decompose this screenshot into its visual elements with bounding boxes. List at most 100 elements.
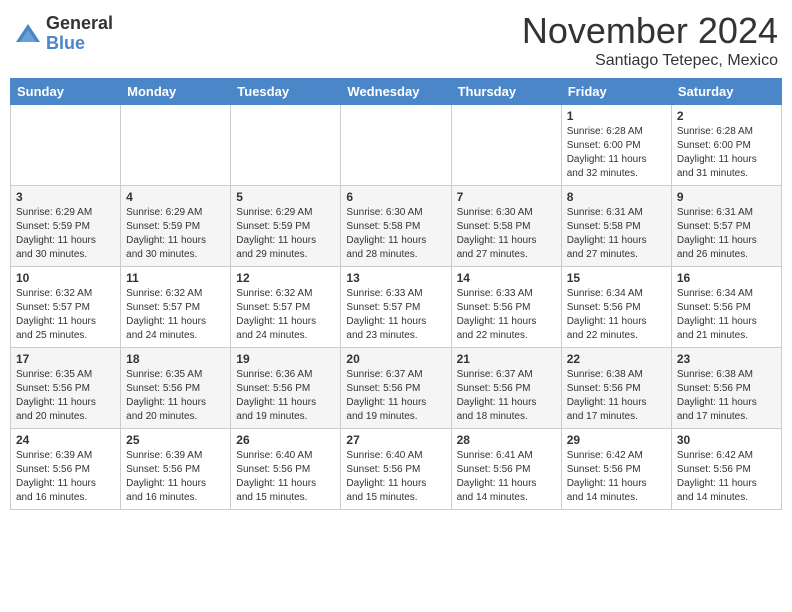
day-info: Sunrise: 6:31 AMSunset: 5:57 PMDaylight:… [677,206,776,262]
day-number: 30 [677,433,776,447]
day-info: Sunrise: 6:30 AMSunset: 5:58 PMDaylight:… [457,206,556,262]
day-number: 21 [457,352,556,366]
sunset-text: Sunset: 5:56 PM [236,382,335,396]
day-info: Sunrise: 6:33 AMSunset: 5:56 PMDaylight:… [457,287,556,343]
day-number: 16 [677,271,776,285]
daylight-text: Daylight: 11 hours and 21 minutes. [677,315,776,343]
sunset-text: Sunset: 6:00 PM [677,139,776,153]
sunset-text: Sunset: 5:56 PM [567,382,666,396]
day-number: 20 [346,352,445,366]
day-info: Sunrise: 6:35 AMSunset: 5:56 PMDaylight:… [16,368,115,424]
day-number: 23 [677,352,776,366]
day-info: Sunrise: 6:38 AMSunset: 5:56 PMDaylight:… [677,368,776,424]
calendar-cell: 26Sunrise: 6:40 AMSunset: 5:56 PMDayligh… [231,429,341,510]
calendar-cell: 12Sunrise: 6:32 AMSunset: 5:57 PMDayligh… [231,267,341,348]
title-block: November 2024 Santiago Tetepec, Mexico [522,10,778,70]
calendar-week-1: 1Sunrise: 6:28 AMSunset: 6:00 PMDaylight… [11,105,782,186]
daylight-text: Daylight: 11 hours and 30 minutes. [126,234,225,262]
sunset-text: Sunset: 5:56 PM [346,463,445,477]
calendar-cell: 16Sunrise: 6:34 AMSunset: 5:56 PMDayligh… [671,267,781,348]
calendar-cell: 21 Sunrise: 6:37 AMSunset: 5:56 PMDayligh… [451,348,561,429]
day-number: 10 [16,271,115,285]
weekday-sunday: Sunday [11,79,121,105]
day-number: 11 [126,271,225,285]
sunset-text: Sunset: 5:57 PM [677,220,776,234]
sunrise-text: Sunrise: 6:32 AM [126,287,225,301]
calendar-cell: 15Sunrise: 6:34 AMSunset: 5:56 PMDayligh… [561,267,671,348]
sunrise-text: Sunrise: 6:28 AM [677,125,776,139]
sunset-text: Sunset: 5:58 PM [457,220,556,234]
calendar-cell: 25Sunrise: 6:39 AMSunset: 5:56 PMDayligh… [121,429,231,510]
logo: General Blue [14,14,113,54]
daylight-text: Daylight: 11 hours and 14 minutes. [677,477,776,505]
day-info: Sunrise: 6:30 AMSunset: 5:58 PMDaylight:… [346,206,445,262]
sunrise-text: Sunrise: 6:42 AM [567,449,666,463]
daylight-text: Daylight: 11 hours and 29 minutes. [236,234,335,262]
day-number: 24 [16,433,115,447]
day-info: Sunrise: 6:37 AMSunset: 5:56 PMDaylight:… [457,368,556,424]
day-number: 14 [457,271,556,285]
sunset-text: Sunset: 5:57 PM [236,301,335,315]
day-number: 18 [126,352,225,366]
sunset-text: Sunset: 5:58 PM [567,220,666,234]
day-number: 6 [346,190,445,204]
day-number: 27 [346,433,445,447]
calendar-cell [231,105,341,186]
sunset-text: Sunset: 5:56 PM [677,301,776,315]
sunset-text: Sunset: 5:57 PM [346,301,445,315]
daylight-text: Daylight: 11 hours and 22 minutes. [457,315,556,343]
sunrise-text: Sunrise: 6:32 AM [236,287,335,301]
calendar-cell: 11Sunrise: 6:32 AMSunset: 5:57 PMDayligh… [121,267,231,348]
calendar-cell: 3Sunrise: 6:29 AMSunset: 5:59 PMDaylight… [11,186,121,267]
sunset-text: Sunset: 5:58 PM [346,220,445,234]
daylight-text: Daylight: 11 hours and 20 minutes. [16,396,115,424]
calendar-cell: 18Sunrise: 6:35 AMSunset: 5:56 PMDayligh… [121,348,231,429]
day-number: 12 [236,271,335,285]
weekday-saturday: Saturday [671,79,781,105]
sunset-text: Sunset: 5:56 PM [677,382,776,396]
sunset-text: Sunset: 5:59 PM [236,220,335,234]
day-info: Sunrise: 6:29 AMSunset: 5:59 PMDaylight:… [126,206,225,262]
calendar-cell: 24 Sunrise: 6:39 AMSunset: 5:56 PMDayligh… [11,429,121,510]
calendar-cell: 13Sunrise: 6:33 AMSunset: 5:57 PMDayligh… [341,267,451,348]
day-info: Sunrise: 6:39 AMSunset: 5:56 PMDaylight:… [16,449,115,505]
sunset-text: Sunset: 5:56 PM [236,463,335,477]
sunset-text: Sunset: 5:56 PM [677,463,776,477]
sunrise-text: Sunrise: 6:40 AM [346,449,445,463]
day-info: Sunrise: 6:28 AMSunset: 6:00 PMDaylight:… [567,125,666,181]
day-info: Sunrise: 6:28 AMSunset: 6:00 PMDaylight:… [677,125,776,181]
sunrise-text: Sunrise: 6:31 AM [567,206,666,220]
calendar-cell: 7Sunrise: 6:30 AMSunset: 5:58 PMDaylight… [451,186,561,267]
daylight-text: Daylight: 11 hours and 26 minutes. [677,234,776,262]
day-number: 2 [677,109,776,123]
sunrise-text: Sunrise: 6:32 AM [16,287,115,301]
sunrise-text: Sunrise: 6:42 AM [677,449,776,463]
sunrise-text: Sunrise: 6:33 AM [457,287,556,301]
calendar-table: SundayMondayTuesdayWednesdayThursdayFrid… [10,78,782,510]
daylight-text: Daylight: 11 hours and 16 minutes. [126,477,225,505]
day-number: 25 [126,433,225,447]
sunrise-text: Sunrise: 6:35 AM [126,368,225,382]
sunrise-text: Sunrise: 6:41 AM [457,449,556,463]
calendar-week-3: 10Sunrise: 6:32 AMSunset: 5:57 PMDayligh… [11,267,782,348]
daylight-text: Daylight: 11 hours and 17 minutes. [567,396,666,424]
sunset-text: Sunset: 5:59 PM [126,220,225,234]
sunrise-text: Sunrise: 6:36 AM [236,368,335,382]
daylight-text: Daylight: 11 hours and 23 minutes. [346,315,445,343]
sunrise-text: Sunrise: 6:30 AM [346,206,445,220]
calendar-cell [121,105,231,186]
weekday-monday: Monday [121,79,231,105]
sunrise-text: Sunrise: 6:34 AM [567,287,666,301]
sunset-text: Sunset: 5:56 PM [457,382,556,396]
daylight-text: Daylight: 11 hours and 24 minutes. [126,315,225,343]
day-info: Sunrise: 6:29 AMSunset: 5:59 PMDaylight:… [16,206,115,262]
calendar-cell: 27Sunrise: 6:40 AMSunset: 5:56 PMDayligh… [341,429,451,510]
day-info: Sunrise: 6:31 AMSunset: 5:58 PMDaylight:… [567,206,666,262]
day-info: Sunrise: 6:38 AMSunset: 5:56 PMDaylight:… [567,368,666,424]
calendar-cell: 28Sunrise: 6:41 AMSunset: 5:56 PMDayligh… [451,429,561,510]
sunset-text: Sunset: 5:56 PM [126,382,225,396]
calendar-cell: 10Sunrise: 6:32 AMSunset: 5:57 PMDayligh… [11,267,121,348]
sunset-text: Sunset: 5:57 PM [16,301,115,315]
logo-blue: Blue [46,34,113,54]
daylight-text: Daylight: 11 hours and 31 minutes. [677,153,776,181]
